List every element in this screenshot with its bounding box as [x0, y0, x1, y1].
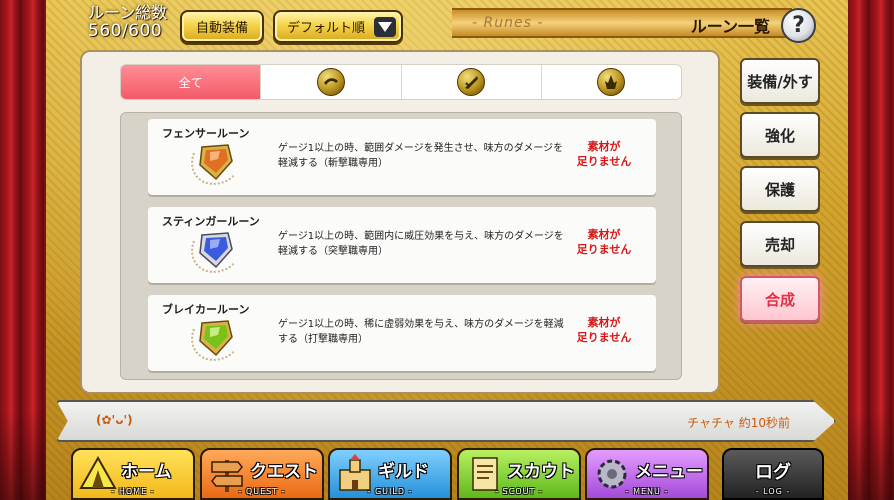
nav-home-label: ホーム — [121, 462, 172, 482]
protect-button[interactable]: 保護 — [740, 166, 820, 212]
help-button[interactable]: ? — [781, 8, 816, 43]
tab-strike[interactable] — [540, 65, 681, 99]
nav-menu-label: メニュー — [635, 462, 703, 482]
rune-status-line: 素材が — [587, 316, 621, 329]
nav-scout-button[interactable]: スカウト - SCOUT - — [457, 448, 581, 500]
nav-guild-sublabel: - GUILD - — [367, 487, 413, 496]
pierce-orb-icon — [457, 68, 486, 96]
rune-list-item[interactable]: ブレイカールーン ゲージ1以上の時、稀に虚弱効果を与え、味方のダメージを軽減する… — [148, 295, 656, 371]
nav-menu-button[interactable]: メニュー - MENU - — [585, 448, 709, 500]
slash-orb-icon — [316, 68, 345, 96]
sort-order-select[interactable]: デフォルト順 — [273, 10, 403, 43]
tab-all-label: 全て — [178, 75, 203, 90]
nav-quest-button[interactable]: クエスト - QUEST - — [200, 448, 324, 500]
rune-status: 素材が 足りません — [574, 139, 634, 169]
breaker-rune-gem-icon — [191, 320, 235, 361]
rune-status-line: 素材が — [587, 140, 621, 153]
tab-slash[interactable] — [260, 65, 401, 99]
chat-log-bar[interactable]: (✿'ᴗ') チャチャ 約10秒前 — [56, 400, 836, 442]
nav-quest-label: クエスト — [250, 462, 318, 482]
rune-list-item[interactable]: スティンガールーン ゲージ1以上の時、範囲内に威圧効果を与え、味方のダメージを軽… — [148, 207, 656, 283]
rune-list: フェンサールーン ゲージ1以上の時、範囲ダメージを発生させ、味方のダメージを軽減… — [120, 112, 682, 380]
page-subtitle: - Runes - — [472, 15, 544, 31]
nav-quest-sublabel: - QUEST - — [238, 487, 286, 496]
nav-scout-label: スカウト — [507, 462, 575, 482]
nav-scout-sublabel: - SCOUT - — [495, 487, 543, 496]
rune-list-item[interactable]: フェンサールーン ゲージ1以上の時、範囲ダメージを発生させ、味方のダメージを軽減… — [148, 119, 656, 195]
nav-log-button[interactable]: ログ - LOG - — [722, 448, 824, 500]
rune-count-label: ルーン総数 — [88, 3, 168, 22]
chevron-down-icon — [374, 17, 396, 37]
enhance-button[interactable]: 強化 — [740, 112, 820, 158]
auto-equip-label: 自動装備 — [195, 21, 248, 36]
sell-button[interactable]: 売却 — [740, 221, 820, 267]
left-curtain — [0, 0, 46, 500]
rune-status-line: 足りません — [576, 243, 632, 256]
right-curtain — [848, 0, 894, 500]
tab-pierce[interactable] — [400, 65, 541, 99]
nav-home-button[interactable]: ホーム - HOME - — [71, 448, 195, 500]
chat-emote: (✿'ᴗ') — [96, 413, 133, 427]
strike-orb-icon — [597, 68, 626, 96]
nav-guild-label: ギルド — [378, 462, 429, 482]
rune-status: 素材が 足りません — [574, 227, 634, 257]
rune-count: ルーン総数 560/600 — [88, 3, 168, 41]
nav-menu-sublabel: - MENU - — [625, 487, 669, 496]
sell-label: 売却 — [764, 235, 795, 254]
rune-description: ゲージ1以上の時、範囲内に威圧効果を与え、味方のダメージを軽減する（突撃職専用） — [278, 231, 564, 257]
rune-description: ゲージ1以上の時、範囲ダメージを発生させ、味方のダメージを軽減する（斬撃職専用） — [278, 143, 564, 169]
stinger-rune-gem-icon — [191, 232, 235, 273]
auto-equip-button[interactable]: 自動装備 — [180, 10, 264, 43]
nav-log-sublabel: - LOG - — [755, 487, 791, 496]
nav-home-sublabel: - HOME - — [111, 487, 155, 496]
sort-order-label: デフォルト順 — [287, 21, 366, 36]
title-banner: - Runes - ルーン一覧 — [452, 8, 792, 38]
synthesize-label: 合成 — [764, 290, 795, 309]
fencer-rune-gem-icon — [191, 144, 235, 185]
page-title: ルーン一覧 — [690, 17, 770, 36]
nav-guild-button[interactable]: ギルド - GUILD - — [328, 448, 452, 500]
rune-name: フェンサールーン — [162, 127, 250, 140]
chat-last-message: チャチャ 約10秒前 — [687, 416, 790, 430]
enhance-label: 強化 — [764, 126, 795, 145]
rune-name: ブレイカールーン — [162, 303, 250, 316]
rune-filter-tabs: 全て — [120, 64, 682, 100]
rune-description: ゲージ1以上の時、稀に虚弱効果を与え、味方のダメージを軽減する（打撃職専用） — [278, 319, 564, 345]
equip-unequip-label: 装備/外す — [747, 72, 813, 91]
rune-status-line: 足りません — [576, 155, 632, 168]
rune-status-line: 素材が — [587, 228, 621, 241]
synthesize-button[interactable]: 合成 — [740, 276, 820, 322]
nav-log-label: ログ — [755, 462, 791, 483]
tab-all[interactable]: 全て — [121, 65, 261, 99]
rune-status-line: 足りません — [576, 331, 632, 344]
rune-status: 素材が 足りません — [574, 315, 634, 345]
rune-name: スティンガールーン — [162, 215, 260, 228]
rune-list-panel: 全て フェンサールーン ゲージ1以上の時、範囲ダメージを発生させ、味方のダメージ… — [80, 50, 720, 394]
rune-count-value: 560/600 — [88, 21, 163, 41]
protect-label: 保護 — [764, 180, 795, 199]
equip-unequip-button[interactable]: 装備/外す — [740, 58, 820, 104]
help-icon: ? — [792, 13, 805, 38]
